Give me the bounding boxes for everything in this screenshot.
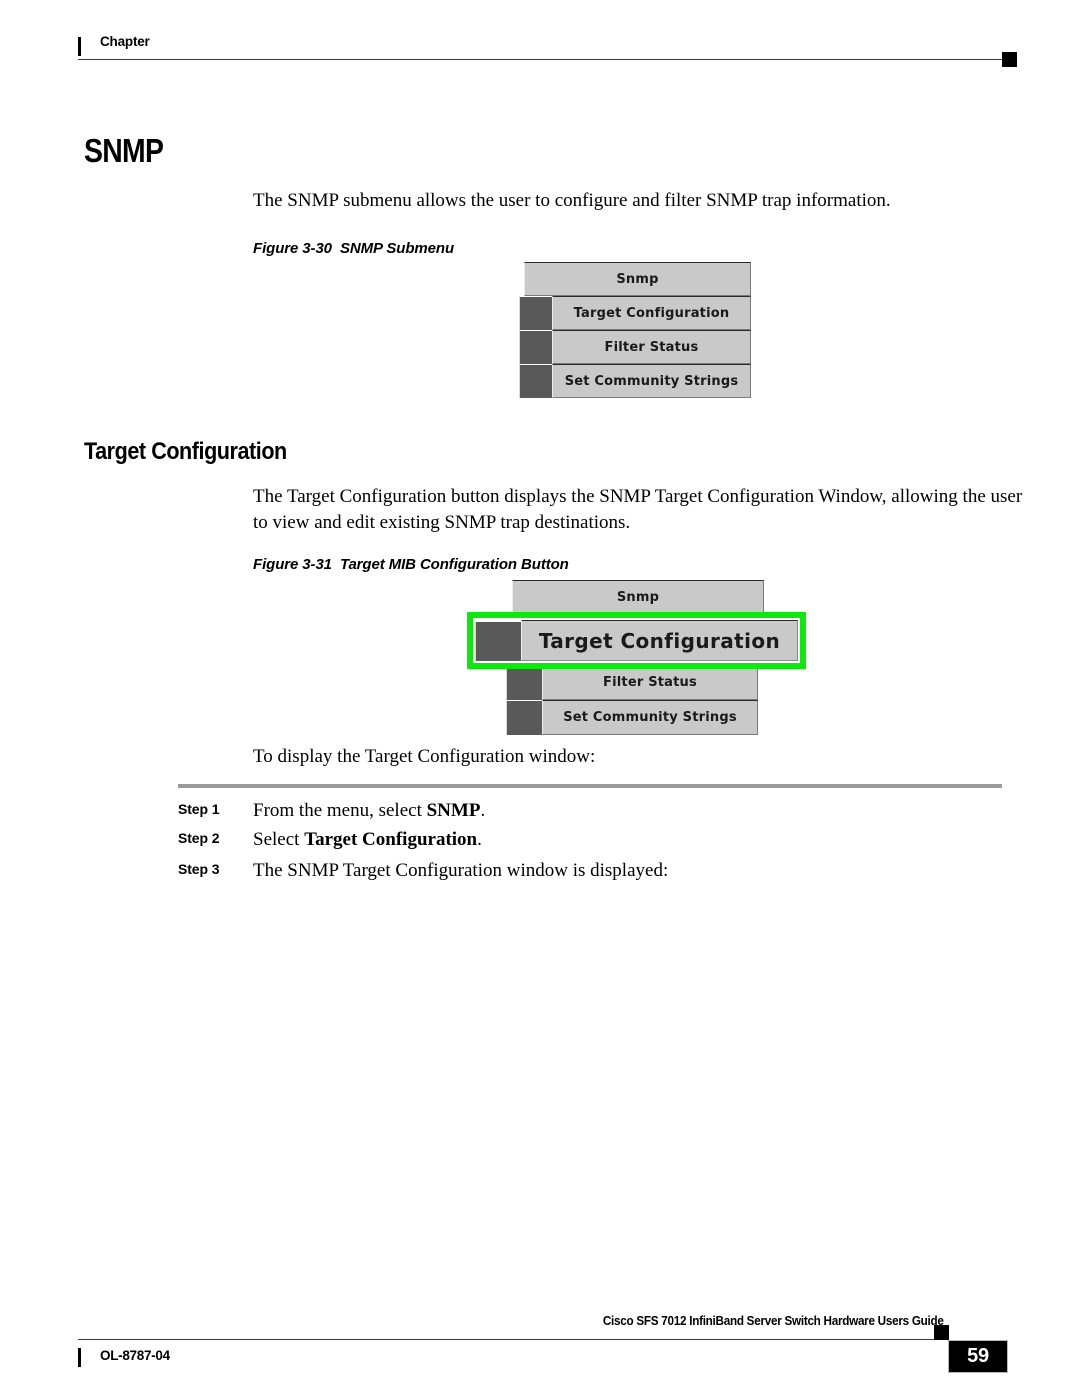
step-text: The SNMP Target Configuration window is … — [253, 858, 668, 884]
page-number: 59 — [948, 1340, 1008, 1373]
step-text-bold: SNMP — [426, 800, 481, 821]
menu-button-target-configuration-highlighted[interactable]: Target Configuration — [521, 620, 798, 661]
intro-paragraph: The SNMP submenu allows the user to conf… — [253, 190, 891, 211]
menu-row-header: Snmp — [524, 262, 751, 296]
step-label: Step 1 — [178, 801, 220, 817]
to-display-paragraph: To display the Target Configuration wind… — [253, 746, 596, 767]
footer-guide-title: Cisco SFS 7012 InfiniBand Server Switch … — [603, 1313, 944, 1328]
menu-row-filter-status: Filter Status — [506, 665, 758, 700]
step-text-after: . — [477, 829, 482, 850]
header-tick-mark — [78, 37, 81, 56]
menu-row-set-community-strings: Set Community Strings — [519, 364, 751, 398]
figure-330-title: SNMP Submenu — [339, 240, 455, 257]
step-text-after: . — [480, 800, 486, 821]
menu-swatch-icon — [506, 700, 542, 735]
step-label: Step 3 — [178, 861, 220, 877]
highlight-callout-target-configuration: Target Configuration — [467, 612, 806, 669]
footer-divider — [78, 1339, 942, 1340]
step-row: Step 3 The SNMP Target Configuration win… — [178, 858, 1008, 888]
chapter-label: Chapter — [100, 34, 150, 49]
footer-tick-mark — [78, 1348, 81, 1367]
menu-swatch-icon — [519, 330, 552, 364]
figure-330-snmp-submenu: Snmp Target Configuration Filter Status … — [519, 262, 751, 400]
steps-divider — [178, 784, 1002, 788]
step-text: Select Target Configuration. — [253, 827, 482, 853]
menu-button-snmp[interactable]: Snmp — [512, 580, 764, 614]
menu-row-header: Snmp — [512, 580, 764, 614]
figure-330-number: Figure 3-30 — [253, 240, 332, 257]
menu-swatch-icon — [506, 665, 542, 700]
menu-button-target-configuration[interactable]: Target Configuration — [552, 296, 751, 330]
menu-button-filter-status[interactable]: Filter Status — [552, 330, 751, 364]
menu-button-snmp[interactable]: Snmp — [524, 262, 751, 296]
figure-331-title: Target MIB Configuration Button — [339, 556, 569, 573]
menu-row-filter-status: Filter Status — [519, 330, 751, 364]
figure-331-caption: Figure 3-31 Target MIB Configuration Butt… — [253, 556, 569, 573]
step-text-before: Select — [253, 829, 305, 850]
step-text-before: From the menu, select — [253, 800, 427, 821]
footer-corner-square — [934, 1325, 949, 1340]
header-divider — [78, 59, 1002, 60]
menu-swatch-icon — [475, 620, 521, 661]
footer-document-id: OL-8787-04 — [100, 1348, 170, 1363]
menu-row-set-community-strings: Set Community Strings — [506, 700, 758, 735]
step-row: Step 2 Select Target Configuration. — [178, 827, 1008, 857]
target-configuration-paragraph: The Target Configuration button displays… — [253, 486, 1023, 533]
header-corner-square — [1002, 52, 1017, 67]
page-title: SNMP — [84, 132, 164, 169]
menu-button-filter-status[interactable]: Filter Status — [542, 665, 758, 700]
step-text: From the menu, select SNMP. — [253, 798, 485, 824]
step-row: Step 1 From the menu, select SNMP. — [178, 798, 1008, 828]
menu-swatch-icon — [519, 296, 552, 330]
menu-swatch-icon — [519, 364, 552, 398]
step-text-bold: Target Configuration — [304, 829, 478, 850]
menu-row-target-configuration: Target Configuration — [519, 296, 751, 330]
menu-button-set-community-strings[interactable]: Set Community Strings — [542, 700, 758, 735]
section-title-target-configuration: Target Configuration — [84, 438, 287, 465]
step-label: Step 2 — [178, 830, 220, 846]
figure-331-number: Figure 3-31 — [253, 556, 332, 573]
step-text-before: The SNMP Target Configuration window is … — [253, 860, 669, 881]
menu-button-set-community-strings[interactable]: Set Community Strings — [552, 364, 751, 398]
running-header: Chapter — [78, 34, 1017, 67]
figure-330-caption: Figure 3-30 SNMP Submenu — [253, 240, 454, 257]
